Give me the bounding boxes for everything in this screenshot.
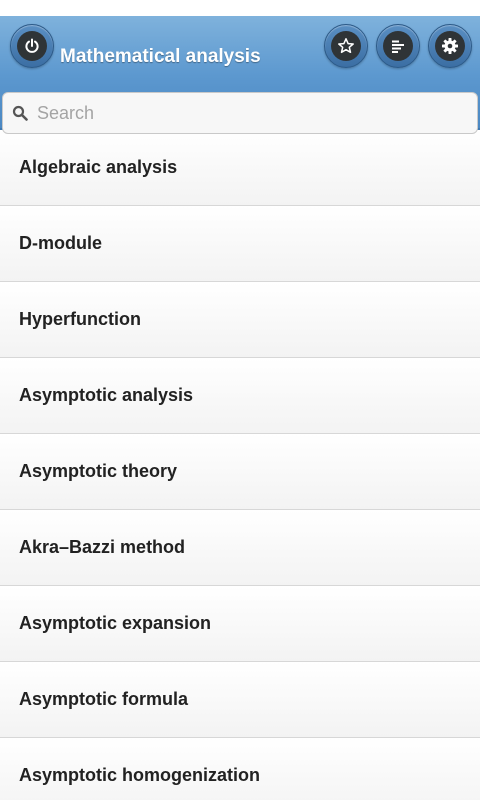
gear-icon [442, 38, 458, 54]
search-icon [11, 104, 29, 122]
topic-list: Algebraic analysis D-module Hyperfunctio… [0, 130, 480, 800]
list-item[interactable]: Hyperfunction [0, 282, 480, 358]
settings-button[interactable] [428, 24, 472, 68]
list-item[interactable]: Akra–Bazzi method [0, 510, 480, 586]
list-item[interactable]: D-module [0, 206, 480, 282]
search-input[interactable] [37, 102, 457, 124]
list-item[interactable]: Asymptotic expansion [0, 586, 480, 662]
list-item[interactable]: Asymptotic homogenization [0, 738, 480, 800]
app-header: Mathematical analysis [0, 16, 480, 134]
list-item[interactable]: Asymptotic theory [0, 434, 480, 510]
power-button[interactable] [10, 24, 54, 68]
search-bar [2, 92, 478, 134]
list-icon [392, 40, 404, 53]
page-title: Mathematical analysis [60, 46, 261, 67]
list-item[interactable]: Asymptotic analysis [0, 358, 480, 434]
power-icon [25, 38, 39, 53]
star-icon [338, 38, 354, 54]
favorites-button[interactable] [324, 24, 368, 68]
list-item[interactable]: Asymptotic formula [0, 662, 480, 738]
list-item[interactable]: Algebraic analysis [0, 130, 480, 206]
status-bar [0, 0, 480, 16]
list-button[interactable] [376, 24, 420, 68]
